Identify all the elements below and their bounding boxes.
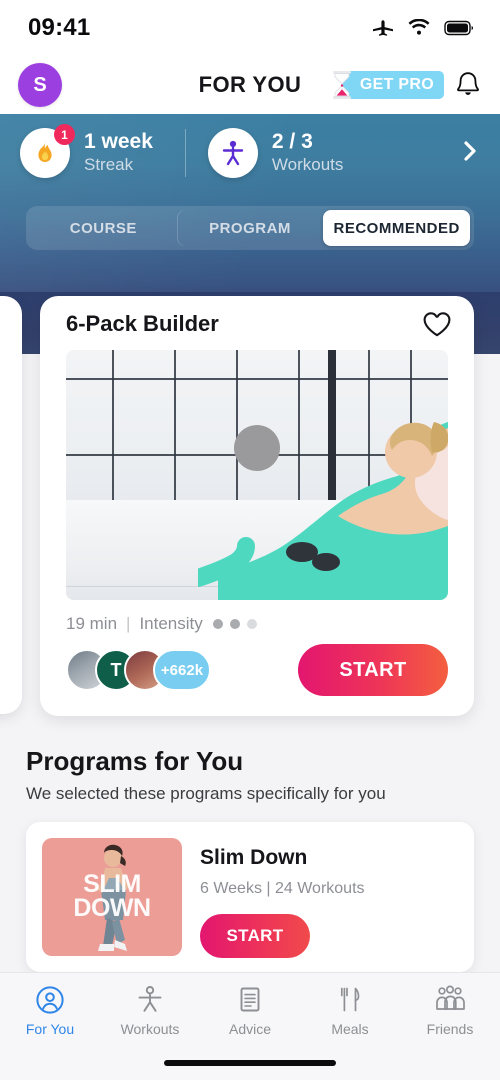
workout-title: 6-Pack Builder (66, 311, 219, 336)
workout-card-header: 6-Pack Builder (40, 310, 474, 350)
nav-item-meals[interactable]: Meals (300, 985, 400, 1037)
program-thumbnail: SLIM DOWN (42, 838, 182, 956)
nav-label-meals: Meals (331, 1021, 369, 1037)
workout-duration: 19 min (66, 614, 118, 633)
person-circle-icon (36, 986, 64, 1014)
header-actions: GET PRO (330, 70, 482, 100)
nav-label-for-you: For You (25, 1021, 75, 1037)
streak-value: 1 week (84, 129, 153, 153)
intensity-dot-2 (229, 619, 240, 629)
program-card[interactable]: SLIM DOWN Slim Down 6 Weeks | 24 Workout… (26, 822, 474, 972)
person-exercise-icon (222, 140, 244, 166)
nav-label-advice: Advice (228, 1021, 272, 1037)
programs-title: Programs for You (26, 746, 244, 776)
workouts-label: Workouts (271, 155, 344, 175)
tab-course[interactable]: COURSE (30, 210, 177, 246)
workout-card[interactable]: 6-Pack Builder 19 min | Intensity T +662… (40, 296, 474, 716)
app-screen: 09:41 S FOR YOU GET PRO 1 1 week Streak … (0, 0, 500, 1080)
carousel-peek-card[interactable] (0, 296, 22, 714)
programs-subtitle: We selected these programs specifically … (26, 784, 386, 803)
profile-avatar-button[interactable]: S (18, 63, 62, 107)
flame-icon (38, 140, 52, 162)
workouts-value: 2 / 3 (271, 129, 313, 153)
program-meta: 6 Weeks | 24 Workouts (200, 880, 365, 897)
intensity-dot-3 (246, 619, 257, 629)
wifi-icon (408, 19, 430, 35)
meta-separator: | (126, 614, 131, 633)
document-icon (240, 987, 260, 1012)
program-start-button[interactable]: START (200, 914, 310, 958)
status-time: 09:41 (28, 14, 91, 41)
chevron-right-icon (464, 140, 476, 161)
tab-program[interactable]: PROGRAM (177, 210, 324, 246)
segmented-tabs: COURSE PROGRAM RECOMMENDED (26, 206, 474, 250)
get-pro-label: GET PRO (341, 71, 444, 99)
program-info: Slim Down 6 Weeks | 24 Workouts START (200, 838, 458, 958)
stats-divider (184, 129, 186, 177)
stats-banner[interactable]: 1 1 week Streak 2 / 3 Workouts COURSE PR… (0, 114, 500, 292)
status-icons (372, 19, 474, 37)
workouts-icon-circle (207, 128, 258, 178)
workout-intensity-label: Intensity (139, 614, 203, 633)
intensity-dot-1 (212, 619, 223, 629)
workouts-text: 2 / 3 Workouts (272, 130, 344, 176)
status-bar: 09:41 (0, 0, 500, 56)
app-header: S FOR YOU GET PRO (0, 56, 500, 114)
avatar-initial: S (33, 73, 47, 96)
workout-card-footer: T +662k START (40, 634, 474, 716)
streak-text: 1 week Streak (84, 130, 153, 176)
bottom-navigation: For You Workouts Advice Meals Friends (0, 972, 500, 1080)
participant-avatars[interactable]: T +662k (66, 649, 211, 691)
nav-item-for-you[interactable]: For You (0, 985, 100, 1037)
nav-item-workouts[interactable]: Workouts (100, 985, 200, 1037)
nav-label-workouts: Workouts (120, 1021, 180, 1037)
streak-icon-wrap: 1 (20, 124, 75, 178)
battery-icon (444, 20, 473, 36)
workout-carousel: 6-Pack Builder 19 min | Intensity T +662… (0, 292, 500, 724)
banner-chevron-button[interactable] (462, 140, 486, 167)
bell-icon[interactable] (454, 70, 482, 100)
nav-item-friends[interactable]: Friends (400, 985, 500, 1037)
nav-label-friends: Friends (426, 1021, 474, 1037)
participant-avatar-initial: T (110, 659, 122, 680)
home-indicator (164, 1060, 336, 1066)
participant-avatar-overflow: +662k (153, 649, 211, 691)
hourglass-icon (332, 71, 351, 99)
get-pro-button[interactable]: GET PRO (330, 70, 444, 100)
program-thumb-line2: DOWN (73, 894, 151, 922)
workout-thumbnail[interactable] (66, 350, 448, 600)
workout-start-button[interactable]: START (298, 644, 448, 696)
workouts-stat[interactable]: 2 / 3 Workouts (207, 128, 344, 178)
program-thumbnail-label: SLIM DOWN (73, 872, 151, 922)
streak-label: Streak (84, 155, 134, 175)
people-group-icon (436, 985, 465, 1010)
heart-outline-icon[interactable] (422, 310, 452, 338)
nav-item-advice[interactable]: Advice (200, 985, 300, 1037)
fork-knife-icon (340, 987, 360, 1012)
stats-row: 1 1 week Streak 2 / 3 Workouts (0, 114, 500, 192)
tab-recommended[interactable]: RECOMMENDED (323, 210, 471, 246)
exercise-person-icon (138, 986, 162, 1012)
program-name: Slim Down (200, 846, 308, 869)
intensity-dots (212, 619, 257, 629)
streak-stat[interactable]: 1 1 week Streak (20, 124, 153, 178)
workout-photo-subject (198, 422, 448, 600)
streak-badge: 1 (54, 124, 75, 145)
programs-section: Programs for You We selected these progr… (0, 724, 500, 972)
airplane-icon (373, 20, 393, 36)
workout-meta: 19 min | Intensity (40, 600, 474, 634)
